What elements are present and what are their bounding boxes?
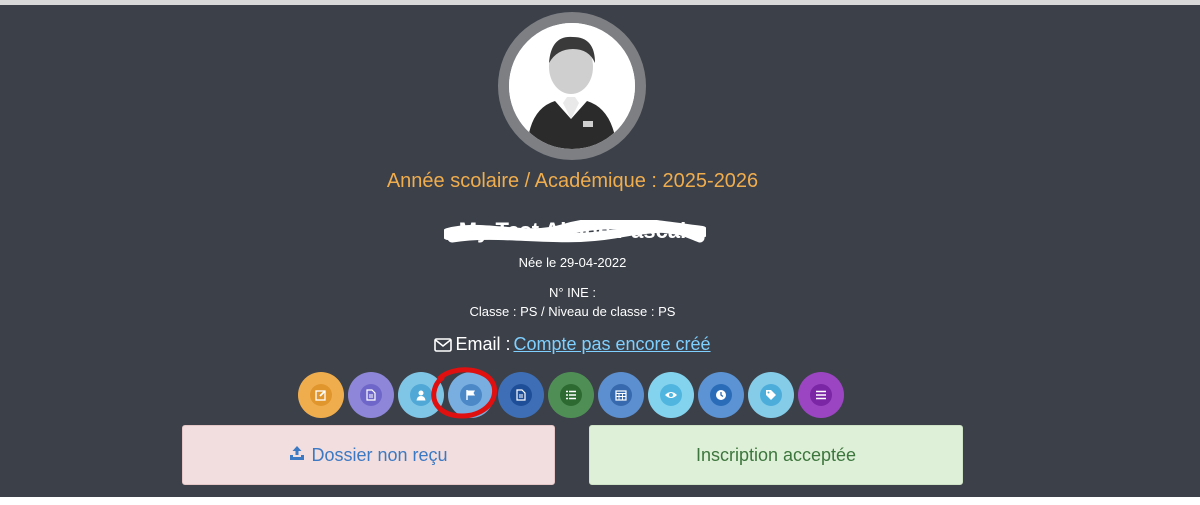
envelope-icon	[434, 336, 453, 357]
birth-date: Née le 29-04-2022	[518, 255, 627, 270]
upload-icon	[289, 445, 305, 466]
clock-icon	[710, 384, 732, 406]
student-name: My Test Alcide Pascal	[0, 218, 1145, 244]
page-bottom-strip	[0, 497, 1200, 505]
school-year: Année scolaire / Académique : 2025-2026	[386, 170, 759, 192]
history-button[interactable]	[698, 372, 744, 418]
flag-button[interactable]	[448, 372, 494, 418]
action-icon-row	[298, 372, 858, 418]
avatar	[498, 12, 646, 160]
ine-number: N° INE :	[548, 285, 597, 300]
dossier-status-label: Dossier non reçu	[311, 444, 448, 465]
class-level: Classe : PS / Niveau de classe : PS	[469, 304, 676, 319]
file-button[interactable]	[498, 372, 544, 418]
tag-button[interactable]	[748, 372, 794, 418]
email-row: Email : Compte pas encore créé	[0, 334, 1145, 357]
person-silhouette-icon	[509, 23, 635, 149]
inscription-status-label: Inscription acceptée	[695, 444, 857, 465]
document-button[interactable]	[348, 372, 394, 418]
edit-icon	[310, 384, 332, 406]
avatar-image	[509, 23, 635, 149]
document-icon	[360, 384, 382, 406]
user-button[interactable]	[398, 372, 444, 418]
user-icon	[410, 384, 432, 406]
inscription-status-button[interactable]: Inscription acceptée	[589, 425, 963, 485]
tag-icon	[760, 384, 782, 406]
list-icon	[560, 384, 582, 406]
menu-button[interactable]	[798, 372, 844, 418]
file-icon	[510, 384, 532, 406]
list-button[interactable]	[548, 372, 594, 418]
dossier-status-button[interactable]: Dossier non reçu	[182, 425, 555, 485]
student-name-text: My Test Alcide Pascal	[458, 218, 687, 243]
email-label: Email :	[455, 334, 511, 354]
eye-icon	[660, 384, 682, 406]
calendar-button[interactable]	[598, 372, 644, 418]
email-account-link[interactable]: Compte pas encore créé	[513, 334, 710, 354]
calendar-icon	[610, 384, 632, 406]
view-button[interactable]	[648, 372, 694, 418]
edit-button[interactable]	[298, 372, 344, 418]
menu-icon	[810, 384, 832, 406]
flag-icon	[460, 384, 482, 406]
